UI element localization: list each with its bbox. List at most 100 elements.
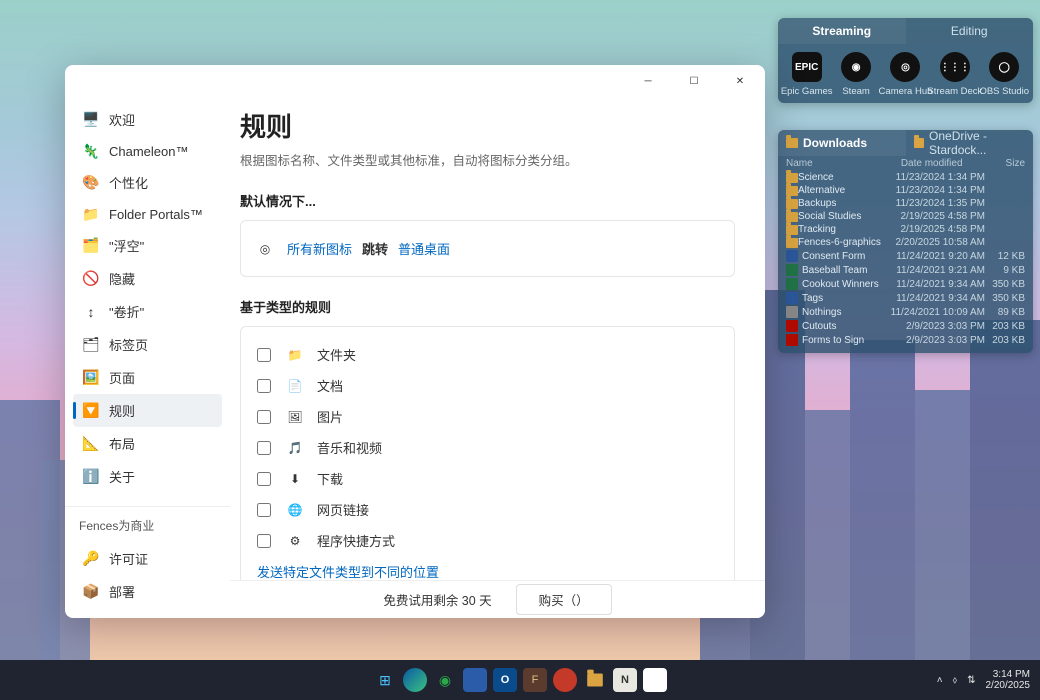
file-row[interactable]: Baseball Team11/24/2021 9:21 AM9 KB — [782, 263, 1029, 277]
sidebar-item[interactable]: 🔽规则 — [73, 394, 222, 427]
fence-tab-streaming[interactable]: Streaming — [778, 18, 906, 44]
type-label: 下载 — [317, 469, 343, 488]
edge-icon[interactable] — [403, 668, 427, 692]
app-icon[interactable]: ◉ — [433, 668, 457, 692]
type-icon: 🌐 — [287, 502, 303, 518]
file-row[interactable]: Fences-6-graphics2/20/2025 10:58 AM — [782, 236, 1029, 249]
nav-icon: ↕ — [83, 304, 99, 320]
nav-label: 欢迎 — [109, 110, 135, 129]
file-size: 203 KB — [985, 335, 1025, 346]
sidebar-item[interactable]: 🦎Chameleon™ — [73, 136, 222, 166]
sidebar-item[interactable]: 🖥️ 欢迎 — [73, 103, 222, 136]
sidebar-item[interactable]: 🚫隐藏 — [73, 262, 222, 295]
app-icon[interactable] — [553, 668, 577, 692]
sidebar-item[interactable]: 📁Folder Portals™ — [73, 199, 222, 229]
fence-tab-downloads[interactable]: Downloads — [778, 130, 906, 156]
taskbar[interactable]: ⊞ ◉ O F N ˄ ⬨ ⇅ 3:14 PM 2/20/2025 — [0, 660, 1040, 700]
sidebar-item[interactable]: ℹ️关于 — [73, 460, 222, 493]
file-row[interactable]: Backups11/23/2024 1:35 PM — [782, 197, 1029, 210]
folder-icon — [786, 199, 798, 209]
file-row[interactable]: Science11/23/2024 1:34 PM — [782, 171, 1029, 184]
sidebar-item[interactable]: 🔑许可证 — [73, 542, 222, 575]
all-new-icons-link[interactable]: 所有新图标 — [287, 239, 352, 258]
start-button[interactable]: ⊞ — [373, 668, 397, 692]
app-icon[interactable] — [463, 668, 487, 692]
maximize-button[interactable]: ☐ — [671, 65, 717, 97]
rule-checkbox[interactable] — [257, 472, 271, 486]
tray-icon[interactable]: ⇅ — [967, 675, 975, 686]
rule-checkbox[interactable] — [257, 379, 271, 393]
app-icon[interactable]: F — [523, 668, 547, 692]
send-filetypes-link[interactable]: 发送特定文件类型到不同的位置 — [257, 562, 439, 581]
minimize-button[interactable]: ─ — [625, 65, 671, 97]
sidebar-item[interactable]: 🗂标签页 — [73, 328, 222, 361]
file-explorer-icon[interactable] — [583, 668, 607, 692]
app-label: Steam — [842, 86, 869, 97]
nav-icon: 🖥️ — [83, 112, 99, 128]
nav-icon: 🔑 — [83, 551, 99, 567]
type-label: 文档 — [317, 376, 343, 395]
folder-icon — [786, 225, 798, 235]
app-icon[interactable] — [643, 668, 667, 692]
file-name: Social Studies — [798, 211, 900, 222]
rule-checkbox[interactable] — [257, 410, 271, 424]
sidebar-item[interactable]: 🖼️页面 — [73, 361, 222, 394]
type-rule-row[interactable]: ⬇下载 — [257, 463, 718, 494]
file-row[interactable]: Cookout Winners11/24/2021 9:34 AM350 KB — [782, 277, 1029, 291]
card-type-rules: 📁文件夹📄文档🖼图片🎵音乐和视频⬇下载🌐网页链接⚙程序快捷方式 发送特定文件类型… — [240, 326, 735, 600]
trial-text: 免费试用剩余 30 天 — [383, 590, 491, 609]
type-rule-row[interactable]: ⚙程序快捷方式 — [257, 525, 718, 556]
file-date: 11/24/2021 9:21 AM — [896, 265, 985, 276]
fence-app[interactable]: EPICEpic Games — [783, 52, 831, 97]
file-size: 12 KB — [985, 251, 1025, 262]
normal-desktop-link[interactable]: 普通桌面 — [398, 239, 450, 258]
tray-icon[interactable]: ⬨ — [953, 675, 958, 686]
sidebar-item[interactable]: 🎨个性化 — [73, 166, 222, 199]
type-rule-row[interactable]: 🎵音乐和视频 — [257, 432, 718, 463]
file-row[interactable]: Forms to Sign2/9/2023 3:03 PM203 KB — [782, 333, 1029, 347]
rule-checkbox[interactable] — [257, 503, 271, 517]
sidebar-item[interactable]: 📦部署 — [73, 575, 222, 608]
sidebar-item[interactable]: 📐布局 — [73, 427, 222, 460]
type-rule-row[interactable]: 📁文件夹 — [257, 339, 718, 370]
settings-window: ─ ☐ ✕ 🖥️ 欢迎 🦎Chameleon™🎨个性化📁Folder Portals… — [65, 65, 765, 618]
sidebar-item[interactable]: 🗂️"浮空" — [73, 229, 222, 262]
file-row[interactable]: Tags11/24/2021 9:34 AM350 KB — [782, 291, 1029, 305]
nav-icon: ℹ️ — [83, 469, 99, 485]
fence-streaming[interactable]: Streaming Editing EPICEpic Games◉Steam◎C… — [778, 18, 1033, 103]
taskbar-clock[interactable]: 3:14 PM 2/20/2025 — [986, 669, 1031, 691]
file-row[interactable]: Tracking2/19/2025 4:58 PM — [782, 223, 1029, 236]
type-rule-row[interactable]: 📄文档 — [257, 370, 718, 401]
type-rule-row[interactable]: 🖼图片 — [257, 401, 718, 432]
app-icon[interactable]: O — [493, 668, 517, 692]
rule-checkbox[interactable] — [257, 348, 271, 362]
file-row[interactable]: Consent Form11/24/2021 9:20 AM12 KB — [782, 249, 1029, 263]
nav-icon: 🦎 — [83, 143, 99, 159]
sidebar-item[interactable]: ↕"卷折" — [73, 295, 222, 328]
fence-app[interactable]: ◎Camera Hub — [881, 52, 929, 97]
close-button[interactable]: ✕ — [717, 65, 763, 97]
type-rule-row[interactable]: 🌐网页链接 — [257, 494, 718, 525]
app-icon: EPIC — [792, 52, 822, 82]
group-default: 默认情况下... — [240, 191, 735, 210]
fence-tab-editing[interactable]: Editing — [906, 18, 1034, 44]
file-row[interactable]: Nothings11/24/2021 10:09 AM89 KB — [782, 305, 1029, 319]
file-row[interactable]: Cutouts2/9/2023 3:03 PM203 KB — [782, 319, 1029, 333]
fence-downloads[interactable]: Downloads OneDrive - Stardock... Name Da… — [778, 130, 1033, 353]
nav-label: "浮空" — [109, 236, 144, 255]
rule-checkbox[interactable] — [257, 441, 271, 455]
tray-chevron-icon[interactable]: ˄ — [937, 675, 943, 686]
fence-app[interactable]: ◉Steam — [832, 52, 880, 97]
file-row[interactable]: Alternative11/23/2024 1:34 PM — [782, 184, 1029, 197]
file-size: 203 KB — [985, 321, 1025, 332]
fence-app[interactable]: ⋮⋮⋮Stream Deck — [931, 52, 979, 97]
fence-app[interactable]: ◯OBS Studio — [980, 52, 1028, 97]
buy-button[interactable]: 购买（） — [516, 584, 612, 615]
fence-tab-onedrive[interactable]: OneDrive - Stardock... — [906, 130, 1034, 156]
type-label: 程序快捷方式 — [317, 531, 395, 550]
file-row[interactable]: Social Studies2/19/2025 4:58 PM — [782, 210, 1029, 223]
rule-checkbox[interactable] — [257, 534, 271, 548]
file-list-header: Name Date modified Size — [778, 156, 1033, 171]
jump-label: 跳转 — [362, 239, 388, 258]
app-icon[interactable]: N — [613, 668, 637, 692]
